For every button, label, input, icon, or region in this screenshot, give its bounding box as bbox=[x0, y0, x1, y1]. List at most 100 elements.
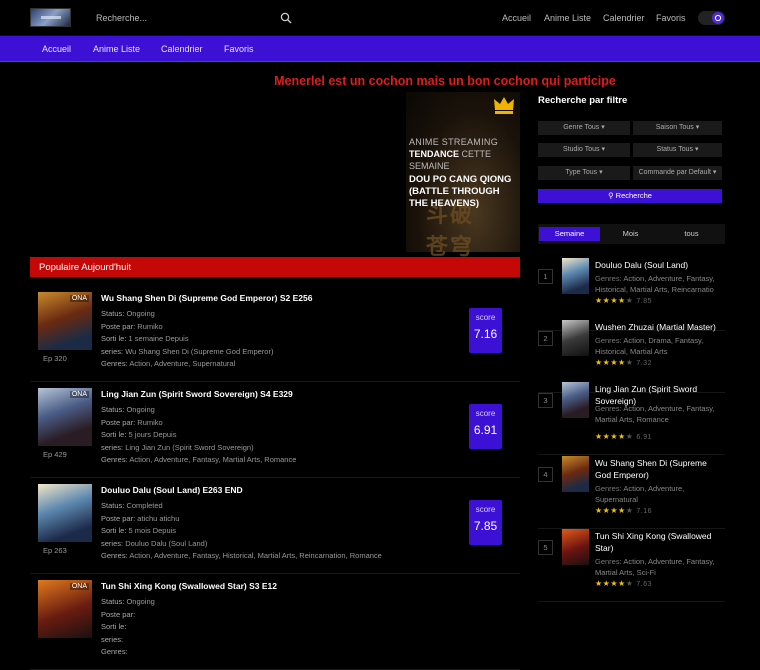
star-icon: ★ bbox=[618, 296, 626, 305]
hero-label-semaine: SEMAINE bbox=[409, 161, 450, 171]
side-rating: ★★★★★ 7.63 bbox=[595, 579, 652, 588]
tab-semaine[interactable]: Semaine bbox=[539, 227, 600, 241]
item-title[interactable]: Ling Jian Zun (Spirit Sword Sovereign) S… bbox=[101, 389, 293, 399]
filter-studio[interactable]: Studio Tous ▾ bbox=[538, 143, 630, 157]
poster-thumbnail[interactable] bbox=[38, 484, 92, 542]
poster-thumbnail[interactable]: ONA bbox=[38, 580, 92, 638]
hero-image[interactable]: 斗破苍穹 bbox=[406, 92, 520, 260]
side-thumbnail[interactable] bbox=[562, 258, 589, 294]
item-poster-value: Rumiko bbox=[137, 417, 163, 427]
side-thumbnail[interactable] bbox=[562, 382, 589, 418]
tab-mois[interactable]: Mois bbox=[600, 227, 661, 241]
side-title[interactable]: Wushen Zhuzai (Martial Master) bbox=[595, 321, 723, 333]
popular-item[interactable]: ONA Tun Shi Xing Kong (Swallowed Star) S3… bbox=[30, 574, 520, 670]
side-title[interactable]: Wu Shang Shen Di (Supreme God Emperor) bbox=[595, 457, 723, 481]
main-menu: Accueil Anime Liste Calendrier Favoris bbox=[0, 36, 760, 62]
item-genres-label: Genres: bbox=[101, 455, 128, 464]
theme-icon bbox=[712, 12, 724, 24]
item-series-value: Douluo Dalu (Soul Land) bbox=[125, 538, 208, 548]
star-icon: ★ bbox=[610, 579, 619, 588]
rating-value: 6.91 bbox=[636, 434, 652, 441]
item-released-value: 5 mois Depuis bbox=[128, 526, 177, 535]
dark-mode-toggle[interactable] bbox=[698, 11, 725, 25]
item-status-label: Status: bbox=[101, 405, 125, 414]
filter-saison[interactable]: Saison Tous ▾ bbox=[633, 121, 722, 135]
popular-side-item[interactable]: 3 Ling Jian Zun (Spirit Sword Sovereign) G… bbox=[538, 382, 725, 455]
star-icon: ★ bbox=[610, 432, 619, 441]
score-label: score bbox=[475, 409, 496, 418]
topnav-anime-liste[interactable]: Anime Liste bbox=[544, 13, 591, 23]
star-icon: ★ bbox=[595, 506, 603, 515]
side-thumbnail[interactable] bbox=[562, 320, 589, 356]
filter-type[interactable]: Type Tous ▾ bbox=[538, 166, 630, 180]
side-thumbnail[interactable] bbox=[562, 529, 589, 565]
side-genres-label: Genres: bbox=[595, 274, 622, 283]
star-icon: ★ bbox=[618, 358, 626, 367]
star-icon: ★ bbox=[625, 296, 634, 305]
filter-order[interactable]: Commande par Default ▾ bbox=[633, 166, 722, 180]
search-input[interactable] bbox=[88, 8, 298, 28]
star-icon: ★ bbox=[610, 358, 619, 367]
hero-title[interactable]: DOU PO CANG QIONG (BATTLE THROUGH THE HE… bbox=[409, 174, 519, 210]
item-released: Sorti le: 5 mois Depuis bbox=[101, 526, 176, 535]
item-status-value: Ongoing bbox=[126, 597, 155, 606]
rank-number: 3 bbox=[538, 393, 553, 408]
popular-side-item[interactable]: 5 Tun Shi Xing Kong (Swallowed Star) Genre… bbox=[538, 529, 725, 602]
hero-cette: CETTE bbox=[459, 149, 492, 159]
item-genres-value: Action, Adventure, Fantasy, Martial Arts… bbox=[129, 455, 297, 464]
side-title[interactable]: Tun Shi Xing Kong (Swallowed Star) bbox=[595, 530, 723, 554]
menu-calendrier[interactable]: Calendrier bbox=[161, 44, 203, 54]
filter-status[interactable]: Status Tous ▾ bbox=[633, 143, 722, 157]
item-title[interactable]: Douluo Dalu (Soul Land) E263 END bbox=[101, 485, 243, 495]
topnav-accueil[interactable]: Accueil bbox=[502, 13, 531, 23]
poster-thumbnail[interactable]: ONA bbox=[38, 292, 92, 350]
side-thumbnail[interactable] bbox=[562, 456, 589, 492]
score-label: score bbox=[475, 313, 496, 322]
item-series-label: series: bbox=[101, 346, 124, 356]
popular-item[interactable]: ONA Ep 429 Ling Jian Zun (Spirit Sword Sov… bbox=[30, 382, 520, 478]
side-title[interactable]: Douluo Dalu (Soul Land) bbox=[595, 259, 723, 271]
popular-side-item[interactable]: 4 Wu Shang Shen Di (Supreme God Emperor) G… bbox=[538, 456, 725, 529]
episode-count: Ep 263 bbox=[43, 546, 67, 555]
popular-item[interactable]: ONA Ep 320 Wu Shang Shen Di (Supreme God E… bbox=[30, 286, 520, 382]
side-genres-label: Genres: bbox=[595, 404, 622, 413]
score-value: 6.91 bbox=[473, 423, 498, 437]
menu-anime-liste[interactable]: Anime Liste bbox=[93, 44, 140, 54]
filter-search-button[interactable]: ⚲ Recherche bbox=[538, 189, 722, 203]
trending-hero[interactable]: 斗破苍穹 ANIME STREAMING TENDANCE CETTE SEMA… bbox=[30, 92, 520, 260]
item-series-label: series: bbox=[101, 634, 124, 644]
item-status-label: Status: bbox=[101, 501, 125, 510]
side-genres: Genres: Action, Drama, Fantasy, Historic… bbox=[595, 335, 723, 357]
star-icon: ★ bbox=[618, 506, 626, 515]
type-badge: ONA bbox=[69, 583, 89, 590]
score-box: score 6.91 bbox=[469, 404, 502, 449]
star-icon: ★ bbox=[595, 358, 603, 367]
crown-icon bbox=[494, 97, 514, 114]
score-label: score bbox=[475, 505, 496, 514]
menu-favoris[interactable]: Favoris bbox=[224, 44, 254, 54]
topnav-favoris[interactable]: Favoris bbox=[656, 13, 686, 23]
star-icon: ★ bbox=[618, 579, 626, 588]
announcement-text: Menerlel est un cochon mais un bon cocho… bbox=[274, 74, 616, 88]
poster-thumbnail[interactable]: ONA bbox=[38, 388, 92, 446]
search-icon[interactable] bbox=[280, 12, 292, 24]
item-poster-value: Rumiko bbox=[137, 321, 163, 331]
type-badge: ONA bbox=[69, 391, 89, 398]
menu-accueil[interactable]: Accueil bbox=[42, 44, 71, 54]
section-title: Populaire Aujourd'huit bbox=[39, 262, 132, 273]
star-icon: ★ bbox=[595, 579, 603, 588]
popular-item[interactable]: Ep 263 Douluo Dalu (Soul Land) E263 END St… bbox=[30, 478, 520, 574]
item-series-label: series: bbox=[101, 538, 124, 548]
topnav-calendrier[interactable]: Calendrier bbox=[603, 13, 645, 23]
site-logo[interactable] bbox=[30, 8, 71, 27]
item-title[interactable]: Wu Shang Shen Di (Supreme God Emperor) S… bbox=[101, 293, 312, 303]
score-value: 7.16 bbox=[473, 327, 498, 341]
side-rating: ★★★★★ 7.16 bbox=[595, 506, 652, 515]
item-title[interactable]: Tun Shi Xing Kong (Swallowed Star) S3 E1… bbox=[101, 581, 277, 591]
item-status-value: Ongoing bbox=[126, 405, 155, 414]
tab-tous[interactable]: tous bbox=[661, 227, 722, 241]
item-poster: Poste par: Rumiko bbox=[101, 322, 163, 331]
filter-genre[interactable]: Genre Tous ▾ bbox=[538, 121, 630, 135]
side-genres-label: Genres: bbox=[595, 484, 622, 493]
rank-number: 4 bbox=[538, 467, 553, 482]
